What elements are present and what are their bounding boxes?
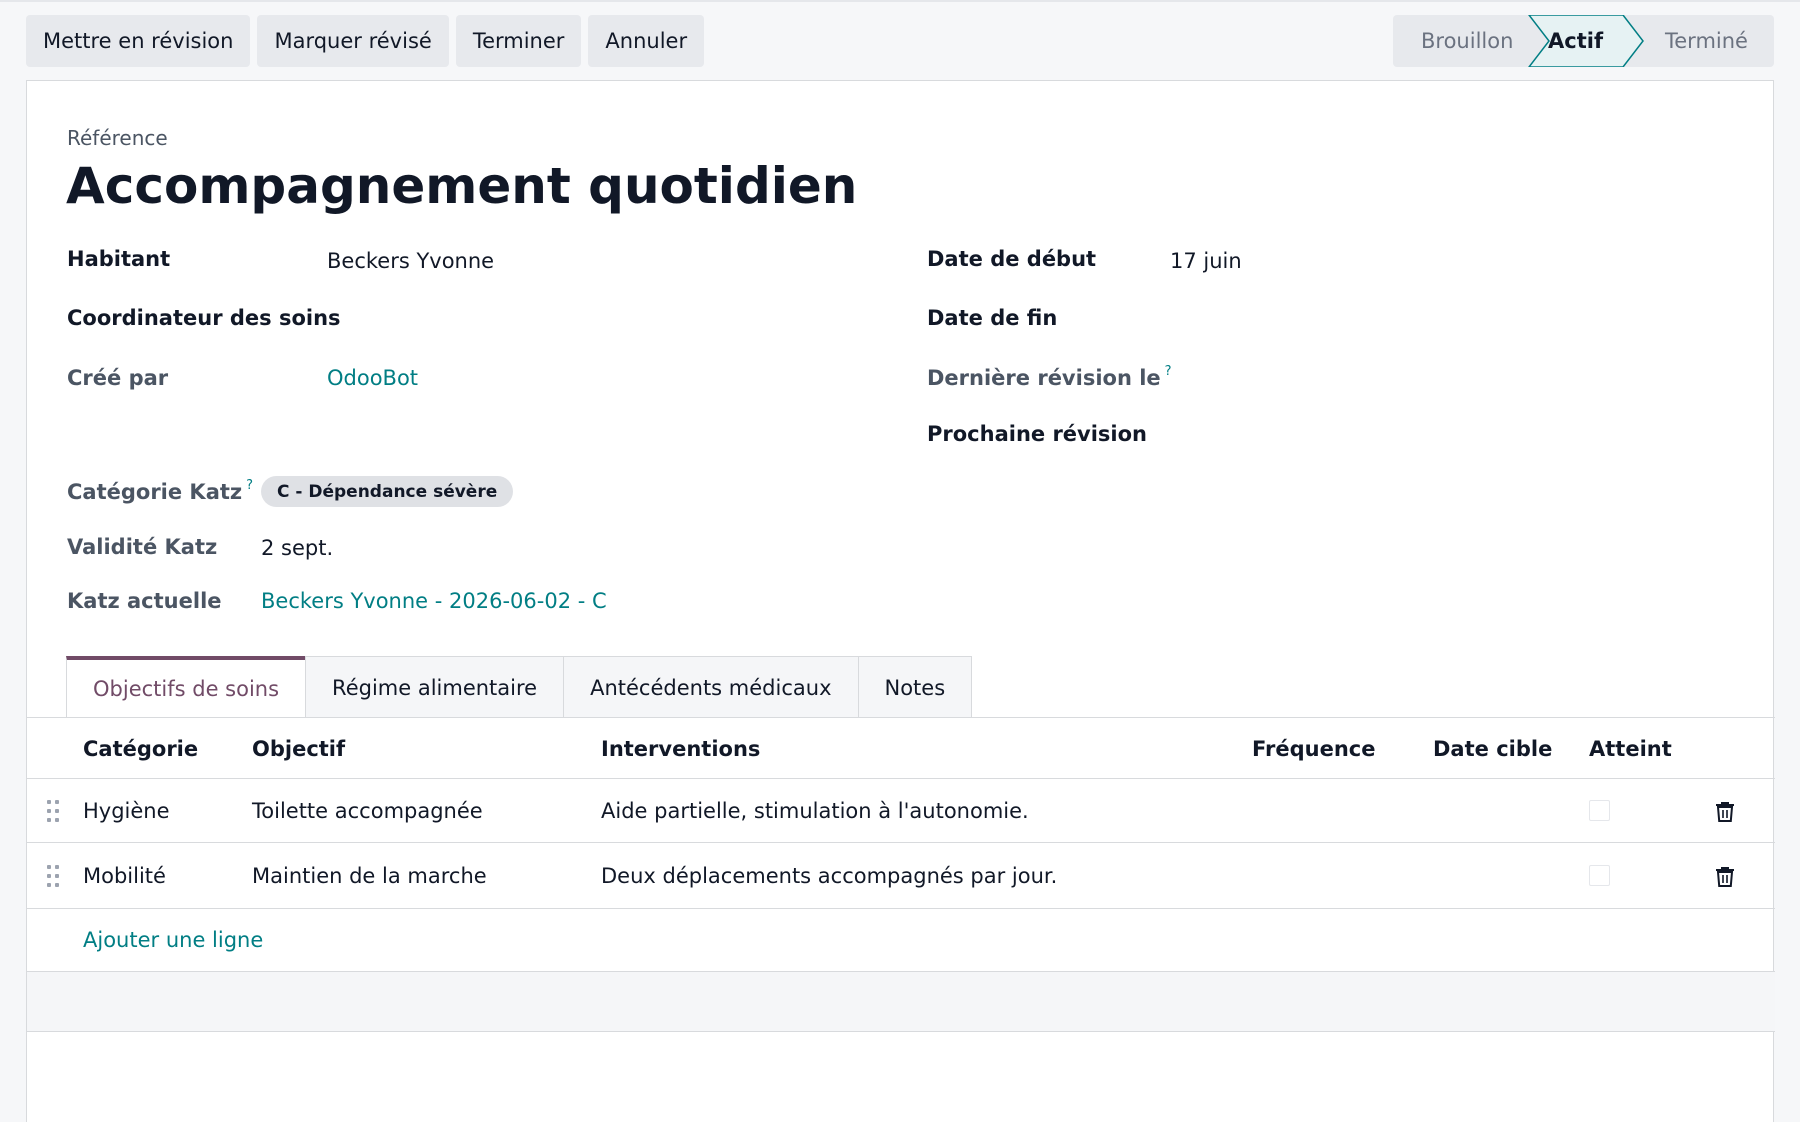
date-debut-value[interactable]: 17 juin bbox=[1170, 249, 1242, 273]
terminer-button[interactable]: Terminer bbox=[455, 15, 582, 67]
coordinateur-label: Coordinateur des soins bbox=[67, 306, 341, 330]
categorie-katz-label-text: Catégorie Katz bbox=[67, 480, 243, 504]
annuler-button[interactable]: Annuler bbox=[588, 15, 705, 67]
help-icon[interactable]: ? bbox=[1165, 364, 1172, 379]
tab-notes[interactable]: Notes bbox=[857, 656, 973, 718]
katz-actuelle-link[interactable]: Beckers Yvonne - 2026-06-02 - C bbox=[261, 589, 607, 613]
prochaine-revision-label: Prochaine révision bbox=[927, 422, 1148, 446]
help-icon[interactable]: ? bbox=[246, 478, 253, 493]
table-row[interactable]: Mobilité Maintien de la marche Deux dépl… bbox=[27, 843, 1775, 909]
form-sheet: Référence Accompagnement quotidien Habit… bbox=[26, 80, 1775, 1122]
validite-katz-value[interactable]: 2 sept. bbox=[261, 536, 333, 560]
derniere-revision-label: Dernière révision le? bbox=[927, 364, 1172, 390]
habitant-label: Habitant bbox=[67, 247, 171, 271]
table-footer bbox=[27, 972, 1775, 1032]
column-header-date-cible[interactable]: Date cible bbox=[1433, 718, 1552, 779]
cell-categorie[interactable]: Mobilité bbox=[83, 843, 166, 908]
categorie-katz-label: Catégorie Katz? bbox=[67, 478, 253, 504]
cell-objectif[interactable]: Toilette accompagnée bbox=[252, 779, 483, 842]
status-stage-actif[interactable]: Actif bbox=[1548, 15, 1603, 67]
page-title[interactable]: Accompagnement quotidien bbox=[66, 157, 857, 215]
column-header-categorie[interactable]: Catégorie bbox=[83, 718, 198, 779]
cell-interventions[interactable]: Deux déplacements accompagnés par jour. bbox=[601, 843, 1057, 908]
validite-katz-label: Validité Katz bbox=[67, 535, 218, 559]
column-header-atteint[interactable]: Atteint bbox=[1589, 718, 1672, 779]
reference-label: Référence bbox=[67, 126, 168, 150]
status-stage-brouillon[interactable]: Brouillon bbox=[1421, 15, 1513, 67]
derniere-revision-label-text: Dernière révision le bbox=[927, 366, 1161, 390]
notebook-tabs: Objectifs de soins Régime alimentaire An… bbox=[66, 656, 973, 718]
tab-regime-alimentaire[interactable]: Régime alimentaire bbox=[305, 656, 565, 718]
table-header: Catégorie Objectif Interventions Fréquen… bbox=[27, 718, 1775, 779]
date-fin-label: Date de fin bbox=[927, 306, 1058, 330]
add-line-link[interactable]: Ajouter une ligne bbox=[83, 909, 263, 971]
top-border bbox=[0, 0, 1800, 2]
trash-icon[interactable] bbox=[1715, 800, 1735, 822]
status-stage-termine[interactable]: Terminé bbox=[1665, 15, 1748, 67]
tab-antecedents-medicaux[interactable]: Antécédents médicaux bbox=[563, 656, 859, 718]
date-debut-label: Date de début bbox=[927, 247, 1097, 271]
table-row[interactable]: Hygiène Toilette accompagnée Aide partie… bbox=[27, 779, 1775, 843]
column-header-frequence[interactable]: Fréquence bbox=[1252, 718, 1375, 779]
drag-handle-icon[interactable] bbox=[47, 799, 61, 822]
atteint-checkbox[interactable] bbox=[1589, 799, 1610, 821]
trash-icon[interactable] bbox=[1715, 865, 1735, 887]
cell-objectif[interactable]: Maintien de la marche bbox=[252, 843, 487, 908]
tab-objectifs-de-soins[interactable]: Objectifs de soins bbox=[66, 656, 307, 718]
cree-par-link[interactable]: OdooBot bbox=[327, 366, 418, 390]
mettre-en-revision-button[interactable]: Mettre en révision bbox=[26, 15, 251, 67]
action-buttons: Mettre en révision Marquer révisé Termin… bbox=[26, 15, 705, 67]
katz-actuelle-label: Katz actuelle bbox=[67, 589, 222, 613]
habitant-value[interactable]: Beckers Yvonne bbox=[327, 249, 494, 273]
cell-categorie[interactable]: Hygiène bbox=[83, 779, 170, 842]
marquer-revise-button[interactable]: Marquer révisé bbox=[257, 15, 449, 67]
column-header-interventions[interactable]: Interventions bbox=[601, 718, 760, 779]
cree-par-label: Créé par bbox=[67, 366, 169, 390]
column-header-objectif[interactable]: Objectif bbox=[252, 718, 345, 779]
cell-interventions[interactable]: Aide partielle, stimulation à l'autonomi… bbox=[601, 779, 1029, 842]
atteint-checkbox[interactable] bbox=[1589, 864, 1610, 886]
katz-category-badge[interactable]: C - Dépendance sévère bbox=[261, 476, 514, 507]
drag-handle-icon[interactable] bbox=[47, 864, 61, 887]
status-bar: Brouillon Actif Terminé bbox=[1393, 15, 1774, 67]
